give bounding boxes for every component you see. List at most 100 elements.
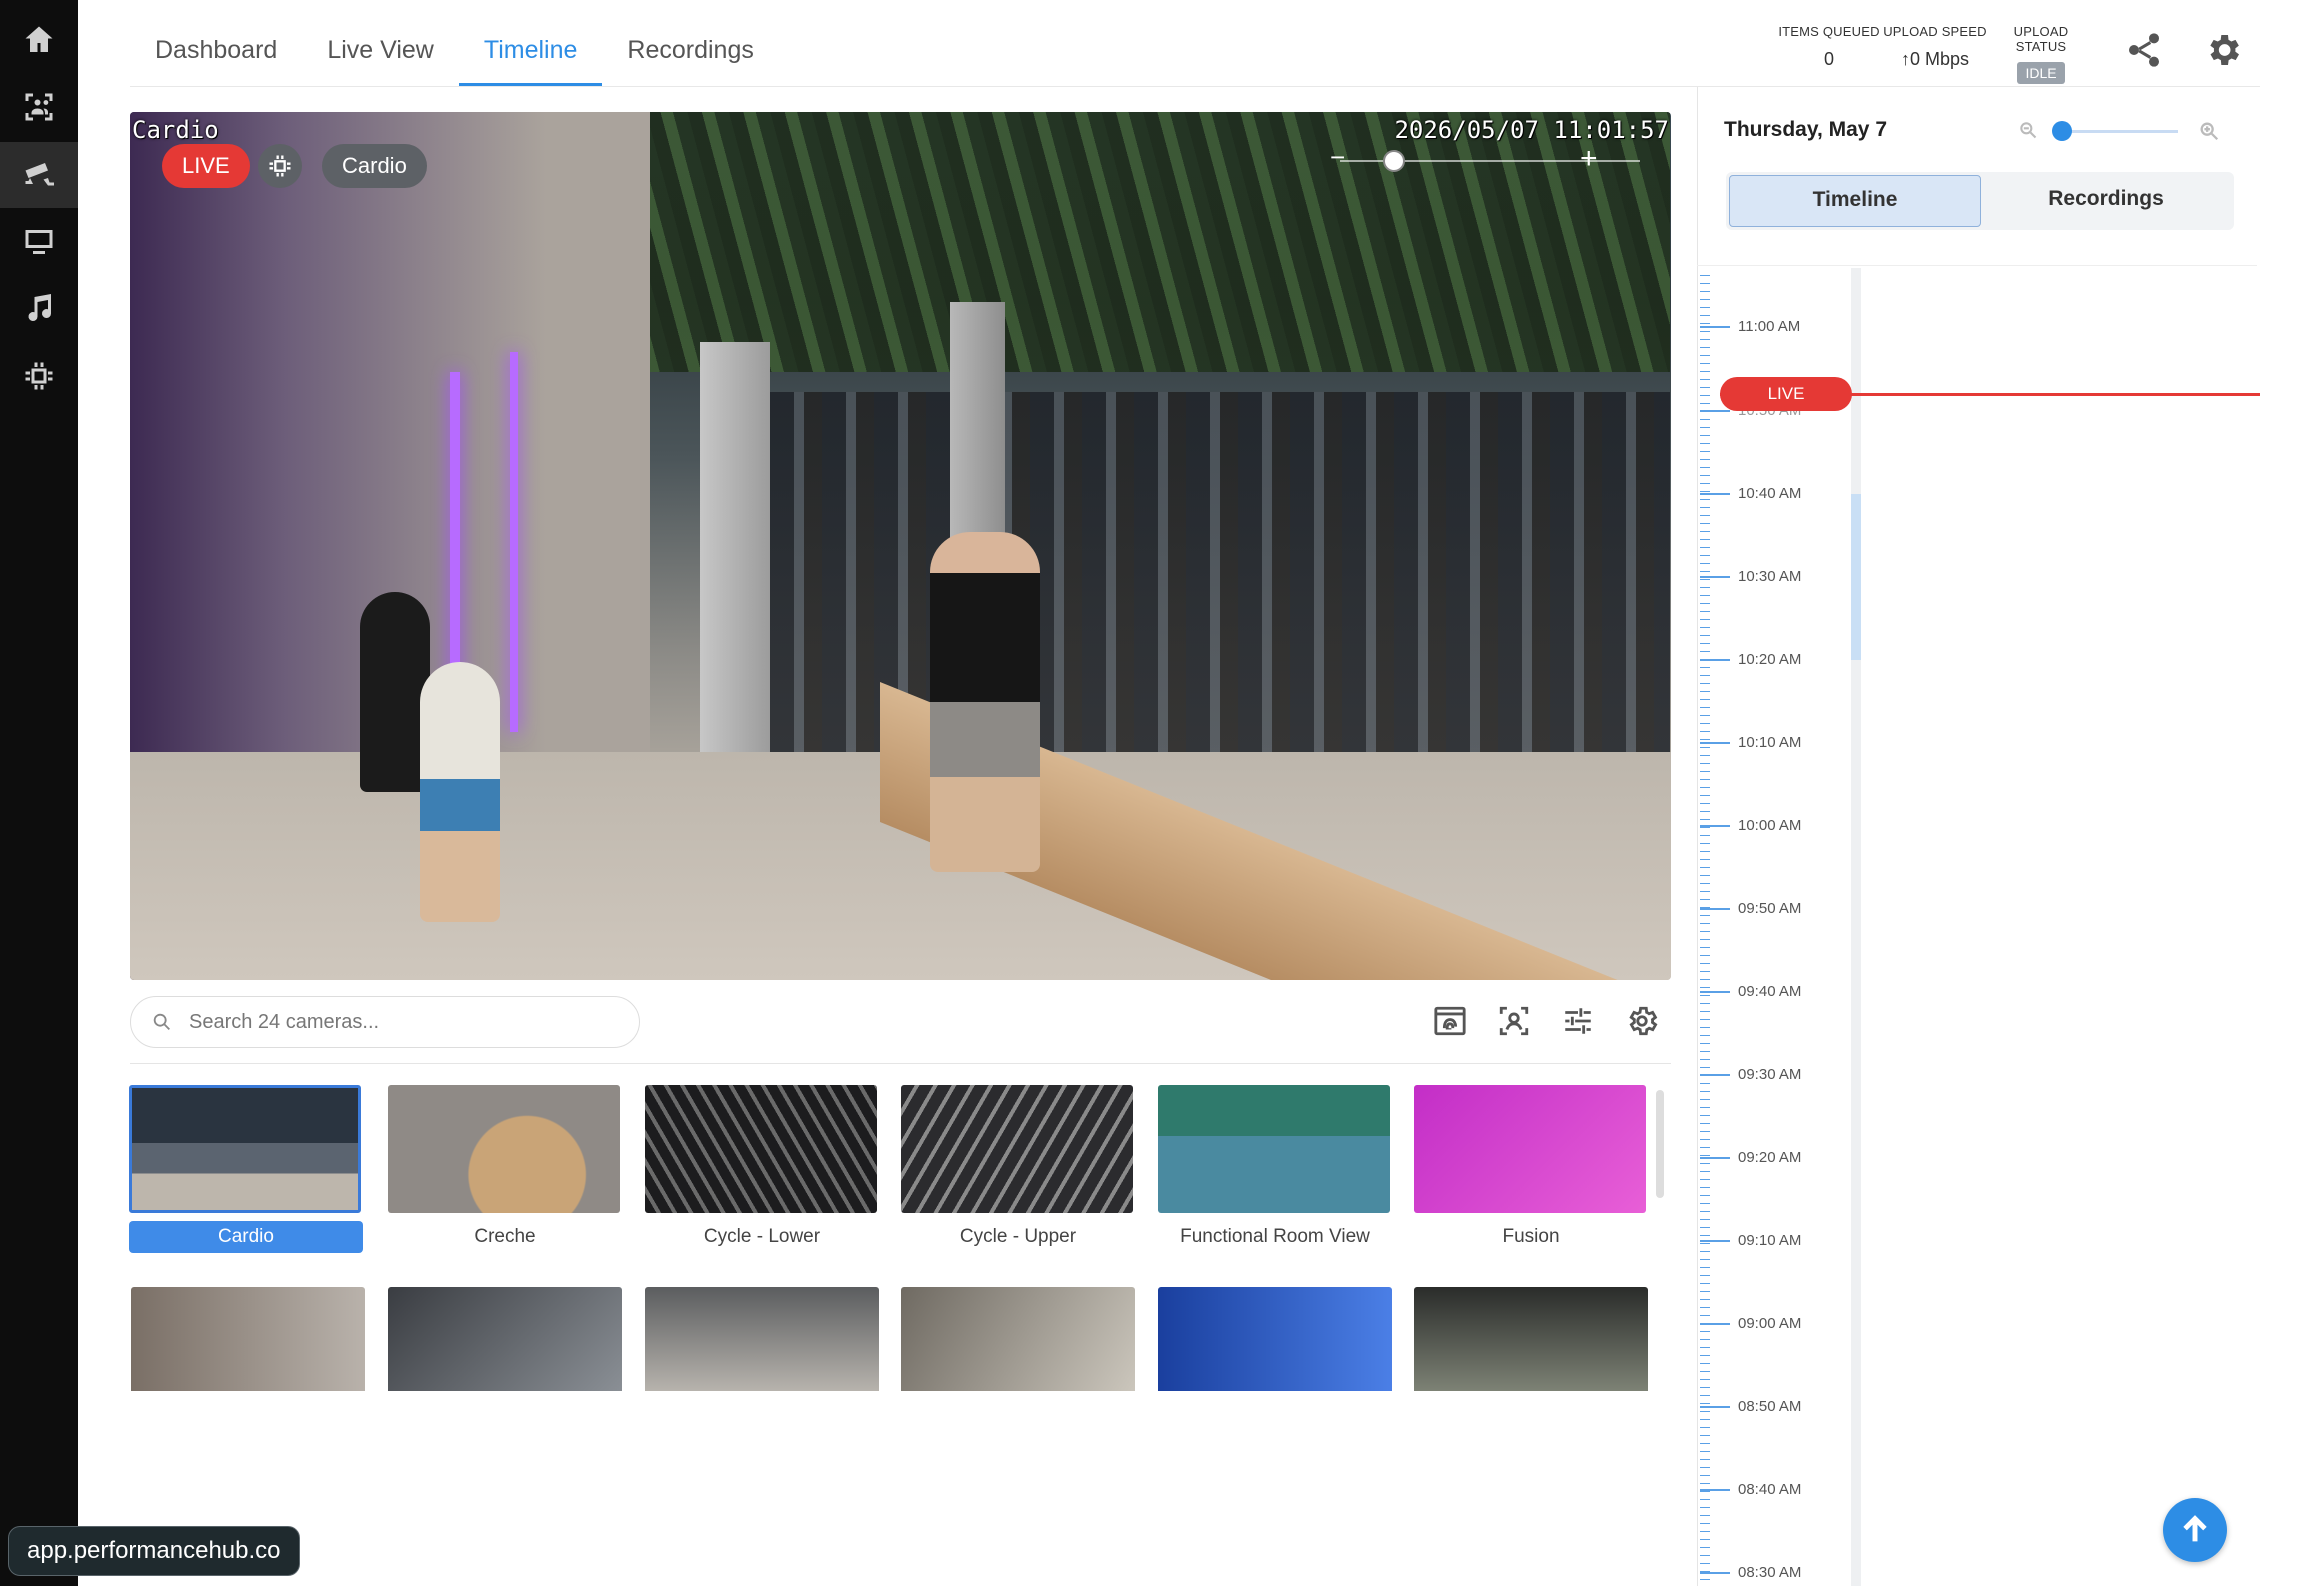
header-divider [130,86,2260,87]
camera-tile[interactable] [388,1287,622,1391]
sidebar-item-home[interactable] [0,7,78,73]
arrow-up-icon [2183,1515,2207,1542]
fingerprint-icon [1434,1006,1466,1036]
share-button[interactable] [2124,30,2164,70]
camera-search[interactable] [130,996,640,1048]
music-icon [28,294,52,322]
fingerprint-button[interactable] [1433,1004,1469,1040]
grid-divider [130,1063,1671,1064]
camera-thumbnail[interactable] [388,1085,620,1213]
camera-thumbnail[interactable] [1414,1085,1646,1213]
settings-button[interactable] [2203,30,2243,70]
timeline-time-label: 09:40 AM [1700,983,1801,1000]
timeline-zoom-slider[interactable] [2060,130,2178,133]
sidebar-item-displays[interactable] [0,209,78,275]
scene-plants [550,112,1670,372]
camera-tile[interactable] [901,1287,1135,1391]
face-scan-icon [1499,1006,1529,1036]
camera-tile-fusion[interactable]: Fusion [1414,1085,1648,1253]
sidebar-item-music[interactable] [0,276,78,342]
scene-person [420,662,500,922]
live-time-marker[interactable]: LIVE [1720,377,1852,411]
camera-thumbnail[interactable] [129,1085,361,1213]
camera-tile-cardio[interactable]: Cardio [129,1085,363,1253]
timeline-time-label: 08:50 AM [1700,1398,1801,1415]
camera-tile-cycle-upper[interactable]: Cycle - Upper [901,1085,1135,1253]
items-queued-label: ITEMS QUEUED [1778,24,1880,39]
camera-name[interactable]: Cycle - Upper [901,1221,1135,1253]
video-player[interactable]: Cardio 2026/05/07 11:01:57 − + LIVE Card… [130,112,1671,980]
toggle-timeline[interactable]: Timeline [1729,175,1981,227]
camera-tile[interactable] [1414,1287,1648,1391]
items-queued-value: 0 [1823,49,1834,69]
camera-name[interactable]: Functional Room View [1158,1221,1392,1253]
camera-tile-creche[interactable]: Creche [388,1085,622,1253]
toggle-recordings[interactable]: Recordings [1981,175,2231,227]
gear-icon [1629,1006,1658,1036]
timeline-time-label: 09:30 AM [1700,1066,1801,1083]
timeline-time-label: 10:30 AM [1700,568,1801,585]
tab-dashboard[interactable]: Dashboard [130,20,302,86]
camera-thumbnail[interactable] [645,1085,877,1213]
camera-name[interactable]: Cycle - Lower [645,1221,879,1253]
camera-tile-functional-room[interactable]: Functional Room View [1158,1085,1392,1253]
camera-thumbnail[interactable] [1158,1085,1390,1213]
scene-person [930,532,1040,872]
video-zoom-out[interactable]: − [1330,142,1345,173]
home-icon [25,26,53,52]
sidebar-item-people[interactable] [0,74,78,140]
timeline-time-label: 10:00 AM [1700,817,1801,834]
timeline-time-label: 09:50 AM [1700,900,1801,917]
timeline-time-label: 08:30 AM [1700,1564,1801,1581]
timeline-ruler[interactable] [1700,268,1710,1586]
timeline-time-label: 08:40 AM [1700,1481,1801,1498]
sidebar-item-devices[interactable] [0,343,78,409]
person-detect-button[interactable] [1497,1004,1533,1040]
camera-name[interactable]: Fusion [1414,1221,1648,1253]
items-queued-stat: ITEMS QUEUED 0 [1776,24,1882,84]
search-input[interactable] [189,1010,609,1034]
timeline-zoom-handle[interactable] [2052,121,2072,141]
timeline-date: Thursday, May 7 [1724,118,1887,141]
grid-settings-button[interactable] [1625,1004,1661,1040]
sidebar-item-cameras[interactable] [0,142,78,208]
timeline-track[interactable] [1851,268,1861,1586]
video-zoom-handle[interactable] [1383,150,1405,172]
timeline-zoom-out[interactable] [2018,120,2038,140]
tab-live-view[interactable]: Live View [302,20,459,86]
camera-tile[interactable] [1158,1287,1392,1391]
timeline-time-label: 09:20 AM [1700,1149,1801,1166]
timeline-time-label: 10:10 AM [1700,734,1801,751]
gear-icon [2210,35,2239,65]
sliders-icon [1565,1008,1591,1034]
scroll-to-top-button[interactable] [2163,1498,2227,1562]
zoom-in-icon [2200,122,2219,141]
app-sidebar [0,0,78,1586]
timeline-time-label: 10:20 AM [1700,651,1801,668]
grid-scrollbar[interactable] [1656,1090,1664,1198]
camera-tile-cycle-lower[interactable]: Cycle - Lower [645,1085,879,1253]
upload-speed-value: ↑0 Mbps [1900,49,1970,69]
upload-speed-label: UPLOAD SPEED [1883,24,1987,39]
live-badge[interactable]: LIVE [162,144,250,188]
view-toggle: Timeline Recordings [1726,172,2234,230]
timeline-recording-segment[interactable] [1851,494,1861,660]
video-zoom-in[interactable]: + [1580,142,1598,176]
upload-stats: ITEMS QUEUED 0 UPLOAD SPEED ↑0 Mbps UPLO… [1776,24,2094,84]
camera-thumbnail[interactable] [901,1085,1133,1213]
chip-icon [269,155,291,177]
camera-name[interactable]: Creche [388,1221,622,1253]
camera-name[interactable]: Cardio [129,1221,363,1253]
camera-name-pill[interactable]: Cardio [322,144,427,188]
upload-status-label: UPLOAD STATUS [2013,24,2069,54]
tab-timeline[interactable]: Timeline [458,20,603,86]
filter-button[interactable] [1561,1004,1597,1040]
timeline-zoom-in[interactable] [2198,120,2220,142]
upload-speed-stat: UPLOAD SPEED ↑0 Mbps [1882,24,1988,84]
chip-icon [25,362,53,390]
device-button[interactable] [258,144,302,188]
main-tabs: Dashboard Live View Timeline Recordings [130,20,779,86]
camera-tile[interactable] [131,1287,365,1391]
camera-tile[interactable] [645,1287,879,1391]
tab-recordings[interactable]: Recordings [602,20,778,86]
